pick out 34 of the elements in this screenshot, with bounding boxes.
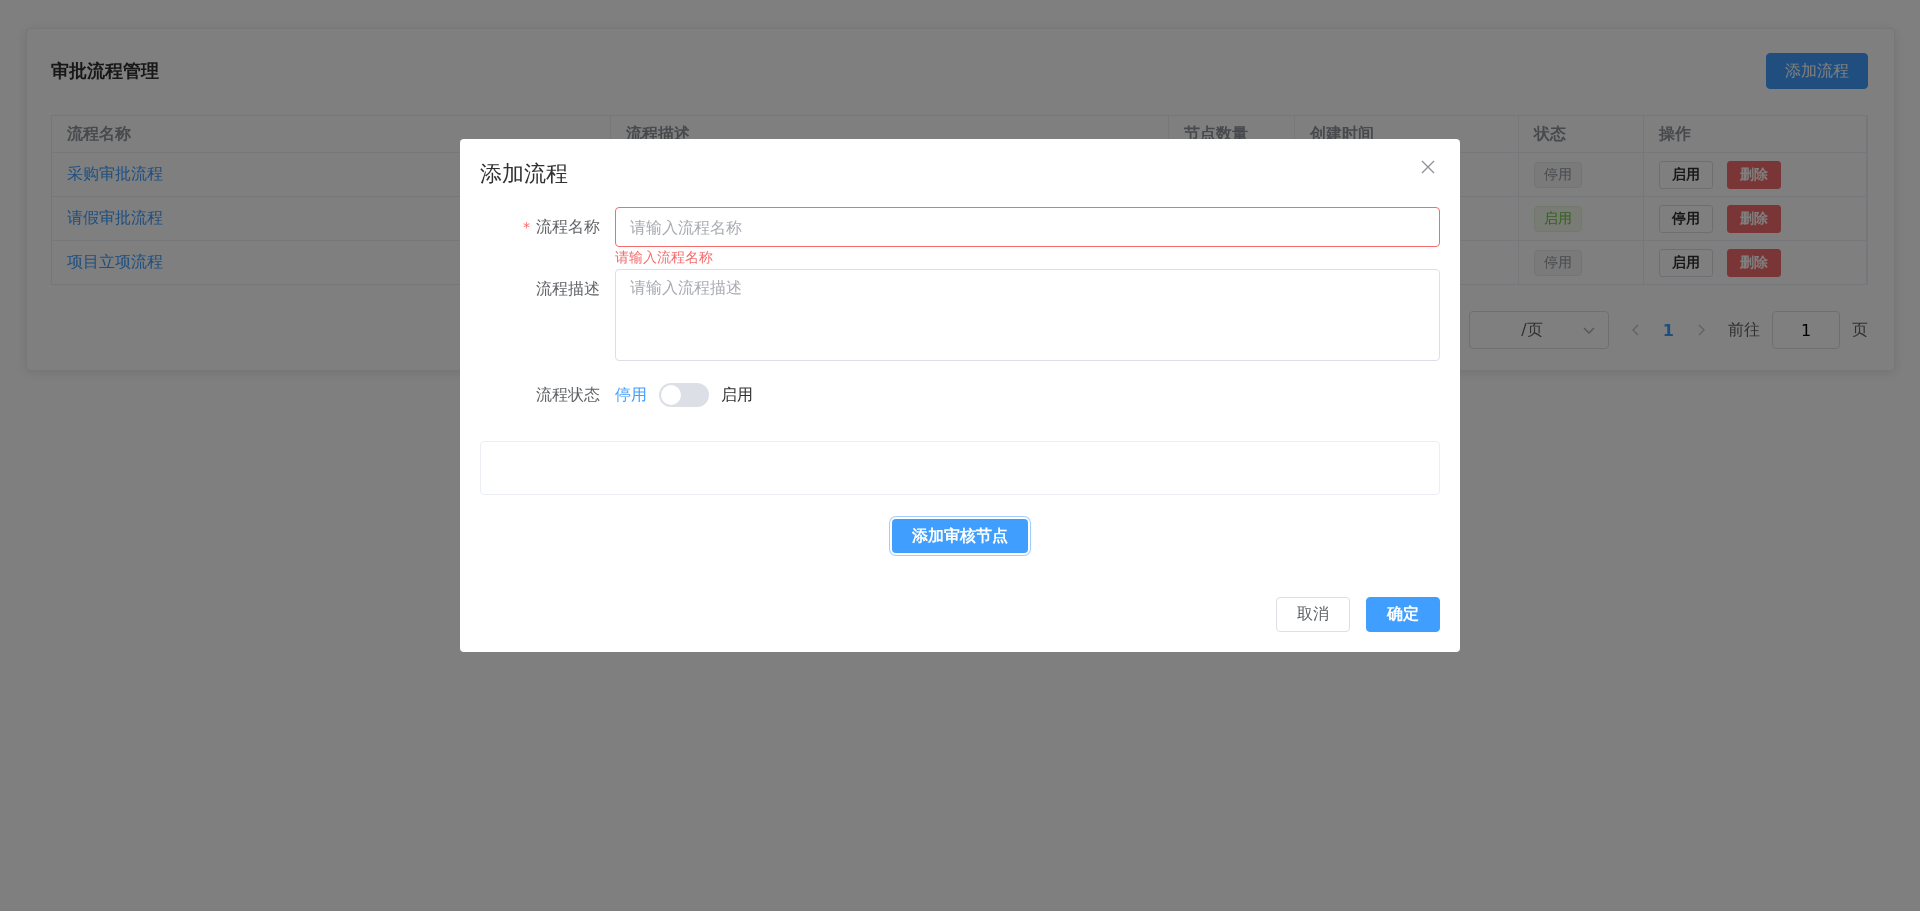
process-name-link[interactable]: 项目立项流程 [67, 252, 163, 273]
process-name-link[interactable]: 请假审批流程 [67, 208, 163, 229]
goto-label: 前往 [1728, 319, 1760, 341]
field-label: 流程状态 [536, 384, 600, 406]
toggle-status-button[interactable]: 启用 [1659, 160, 1713, 189]
dialog-title: 添加流程 [480, 161, 568, 186]
page-number[interactable]: 1 [1662, 320, 1674, 340]
delete-button[interactable]: 删除 [1727, 248, 1781, 277]
confirm-button[interactable]: 确定 [1366, 597, 1440, 632]
delete-button[interactable]: 删除 [1727, 160, 1781, 189]
add-process-button[interactable]: 添加流程 [1766, 53, 1868, 89]
switch-off-label: 停用 [615, 384, 647, 406]
required-asterisk: * [523, 219, 530, 235]
chevron-right-icon[interactable] [1696, 323, 1706, 337]
toggle-status-button[interactable]: 停用 [1659, 204, 1713, 233]
cancel-button[interactable]: 取消 [1276, 597, 1350, 632]
page-size-select[interactable]: /页 [1468, 311, 1609, 349]
field-label: 流程名称 [536, 216, 600, 238]
add-node-button[interactable]: 添加审核节点 [892, 519, 1028, 553]
switch-on-label: 启用 [721, 384, 753, 406]
field-label: 流程描述 [536, 278, 600, 300]
process-name-link[interactable]: 采购审批流程 [67, 164, 163, 185]
chevron-left-icon[interactable] [1630, 323, 1641, 337]
status-switch[interactable] [659, 383, 709, 407]
close-icon[interactable] [1420, 159, 1436, 175]
goto-page-input[interactable]: 1 [1772, 311, 1840, 349]
page-title: 审批流程管理 [51, 59, 159, 83]
process-description-input[interactable]: 请输入流程描述 [615, 269, 1440, 361]
validation-error: 请输入流程名称 [615, 248, 714, 267]
page-suffix: 页 [1852, 319, 1868, 341]
delete-button[interactable]: 删除 [1727, 204, 1781, 233]
process-name-input[interactable]: 请输入流程名称 [615, 207, 1440, 247]
toggle-status-button[interactable]: 启用 [1659, 248, 1713, 277]
status-tag: 启用 [1534, 205, 1582, 232]
